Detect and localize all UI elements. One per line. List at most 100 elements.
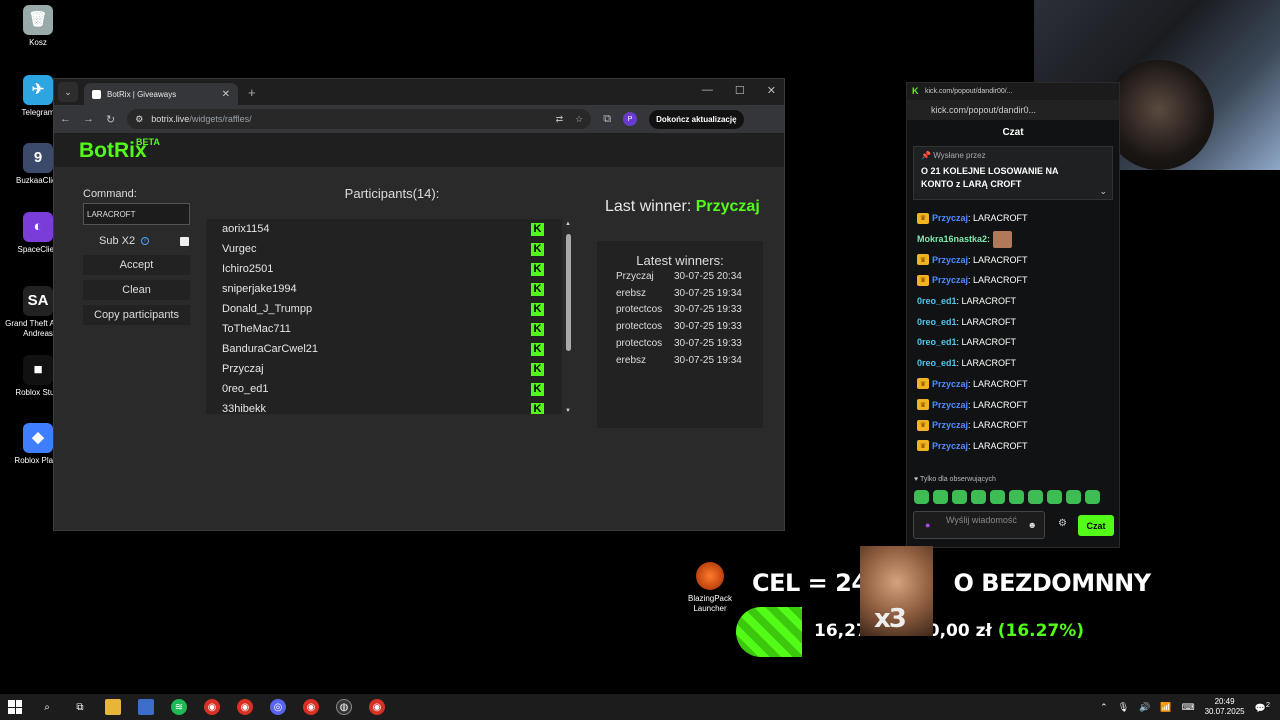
participant-row[interactable]: 0reo_ed1 K <box>206 379 562 399</box>
app-icon: 🗑 <box>23 5 53 35</box>
send-chat-button[interactable]: Czat <box>1078 515 1114 536</box>
participant-name: BanduraCarCwel21 <box>222 343 318 355</box>
info-icon[interactable]: i <box>141 237 150 245</box>
obs-icon[interactable]: ◍ <box>336 699 352 715</box>
profile-avatar[interactable]: P <box>623 112 638 126</box>
emote-icon[interactable] <box>1066 490 1081 504</box>
blazingpack-desktop-icon[interactable]: BlazingPack Launcher <box>680 562 740 613</box>
browser-toolbar: ← → ↻ ⚙ botrix.live/widgets/raffles/ ⇄ ☆… <box>54 105 784 133</box>
store-icon[interactable] <box>138 699 154 715</box>
gear-icon[interactable]: ⚙ <box>1058 518 1067 529</box>
sub-x2-checkbox[interactable] <box>180 236 189 246</box>
search-icon[interactable]: ⌕ <box>39 699 55 715</box>
chrome-icon[interactable]: ◉ <box>303 699 319 715</box>
chat-username[interactable]: Przyczaj <box>932 379 968 389</box>
tab-search-button[interactable]: ⌄ <box>58 82 78 102</box>
command-input[interactable] <box>83 203 190 225</box>
chat-username[interactable]: 0reo_ed1 <box>917 358 957 368</box>
file-explorer-icon[interactable] <box>105 699 121 715</box>
chat-message: Mokra16nastka2: <box>917 229 1113 250</box>
chat-username[interactable]: 0reo_ed1 <box>917 296 957 306</box>
chrome-icon[interactable]: ◉ <box>369 699 385 715</box>
pinned-message[interactable]: 📌 Wysłane przez O 21 KOLEJNE LOSOWANIE N… <box>913 146 1113 200</box>
new-tab-button[interactable]: + <box>248 85 256 100</box>
mic-icon[interactable]: ● <box>925 520 930 531</box>
participant-row[interactable]: Vurgec K <box>206 239 562 259</box>
chat-username[interactable]: Przyczaj <box>932 275 968 285</box>
participant-row[interactable]: BanduraCarCwel21 K <box>206 339 562 359</box>
desktop-icon[interactable]: 🗑 Kosz <box>1 5 75 48</box>
browser-tab[interactable]: BotRix | Giveaways ✕ <box>84 83 238 105</box>
notification-icon[interactable]: 💬2 <box>1255 700 1270 714</box>
emote-icon[interactable] <box>1047 490 1062 504</box>
participants-list[interactable]: aorix1154 K Vurgec K Ichiro2501 Ksniperjake19… <box>206 219 562 414</box>
volume-icon[interactable]: 🔊 <box>1139 702 1150 713</box>
accept-button[interactable]: Accept <box>83 255 190 275</box>
network-icon[interactable]: 📶 <box>1160 702 1171 713</box>
chat-url-bar: kick.com/popout/dandir0... <box>907 100 1119 120</box>
emote-icon[interactable] <box>1028 490 1043 504</box>
spotify-icon[interactable]: ≋ <box>171 699 187 715</box>
discord-icon[interactable]: ◎ <box>270 699 286 715</box>
tab-close-icon[interactable]: ✕ <box>222 89 230 100</box>
chat-username[interactable]: Przyczaj <box>932 441 968 451</box>
translate-icon[interactable]: ⇄ <box>556 114 564 125</box>
chrome-icon[interactable]: ◉ <box>204 699 220 715</box>
clock[interactable]: 20:49 30.07.2025 <box>1205 697 1245 717</box>
chrome-icon[interactable]: ◉ <box>237 699 253 715</box>
participant-row[interactable]: 33hibekk K <box>206 399 562 414</box>
participant-row[interactable]: Przyczaj K <box>206 359 562 379</box>
bookmark-star-icon[interactable]: ☆ <box>575 114 583 125</box>
participant-row[interactable]: aorix1154 K <box>206 219 562 239</box>
participants-scrollbar[interactable]: ▲ ▼ <box>565 221 573 414</box>
emote-icon[interactable] <box>933 490 948 504</box>
chat-username[interactable]: Przyczaj <box>932 213 968 223</box>
microphone-icon[interactable]: 🎙 <box>1118 702 1129 713</box>
chat-message-input[interactable]: ● Wyślij wiadomość ☻ <box>913 511 1045 539</box>
keyboard-icon[interactable]: ⌨ <box>1182 702 1195 713</box>
chevron-up-icon[interactable]: ⌃ <box>1100 702 1108 713</box>
forward-button[interactable]: → <box>83 113 94 125</box>
chat-username[interactable]: Przyczaj <box>932 255 968 265</box>
participant-row[interactable]: Donald_J_Trumpp K <box>206 299 562 319</box>
chat-message: ♛ Przyczaj: LARACROFT <box>917 394 1113 415</box>
emote-icon[interactable] <box>1085 490 1100 504</box>
botrix-logo[interactable]: BotRix BETA <box>79 137 160 163</box>
chat-username[interactable]: Mokra16nastka2: <box>917 234 990 244</box>
start-button[interactable] <box>8 700 22 714</box>
emote-icon[interactable] <box>1009 490 1024 504</box>
chat-username[interactable]: 0reo_ed1 <box>917 337 957 347</box>
scroll-up-icon[interactable]: ▲ <box>565 221 571 227</box>
participant-name: ToTheMac711 <box>222 323 291 335</box>
emote-icon[interactable] <box>952 490 967 504</box>
chat-username[interactable]: 0reo_ed1 <box>917 317 957 327</box>
maximize-button[interactable]: ☐ <box>735 84 745 97</box>
chat-text: : LARACROFT <box>968 213 1028 224</box>
task-view-icon[interactable]: ⧉ <box>72 699 88 715</box>
participant-row[interactable]: Ichiro2501 K <box>206 259 562 279</box>
chat-username[interactable]: Przyczaj <box>932 400 968 410</box>
emote-icon[interactable] <box>914 490 929 504</box>
sub-x2-option: Sub X2 i <box>99 235 189 247</box>
chevron-down-icon[interactable]: ⌄ <box>1099 186 1107 197</box>
back-button[interactable]: ← <box>60 113 71 125</box>
copy-participants-button[interactable]: Copy participants <box>83 305 190 325</box>
site-info-icon[interactable]: ⚙ <box>135 114 143 125</box>
close-window-button[interactable]: ✕ <box>767 84 776 97</box>
emoji-icon[interactable]: ☻ <box>1028 520 1037 531</box>
chat-username[interactable]: Przyczaj <box>932 420 968 430</box>
participant-row[interactable]: ToTheMac711 K <box>206 319 562 339</box>
extensions-icon[interactable]: ⧉ <box>603 113 611 126</box>
participants-title: Participants(14): <box>344 186 440 201</box>
minimize-button[interactable]: — <box>702 84 713 97</box>
participant-row[interactable]: sniperjake1994 K <box>206 279 562 299</box>
update-button[interactable]: Dokończ aktualizację <box>649 109 744 129</box>
reload-button[interactable]: ↻ <box>106 113 115 126</box>
emote-icon[interactable] <box>990 490 1005 504</box>
scroll-thumb[interactable] <box>566 234 571 351</box>
chat-text: : LARACROFT <box>956 358 1017 369</box>
clean-button[interactable]: Clean <box>83 280 190 300</box>
scroll-down-icon[interactable]: ▼ <box>565 408 571 414</box>
emote-icon[interactable] <box>971 490 986 504</box>
address-bar[interactable]: ⚙ botrix.live/widgets/raffles/ ⇄ ☆ <box>127 109 592 129</box>
